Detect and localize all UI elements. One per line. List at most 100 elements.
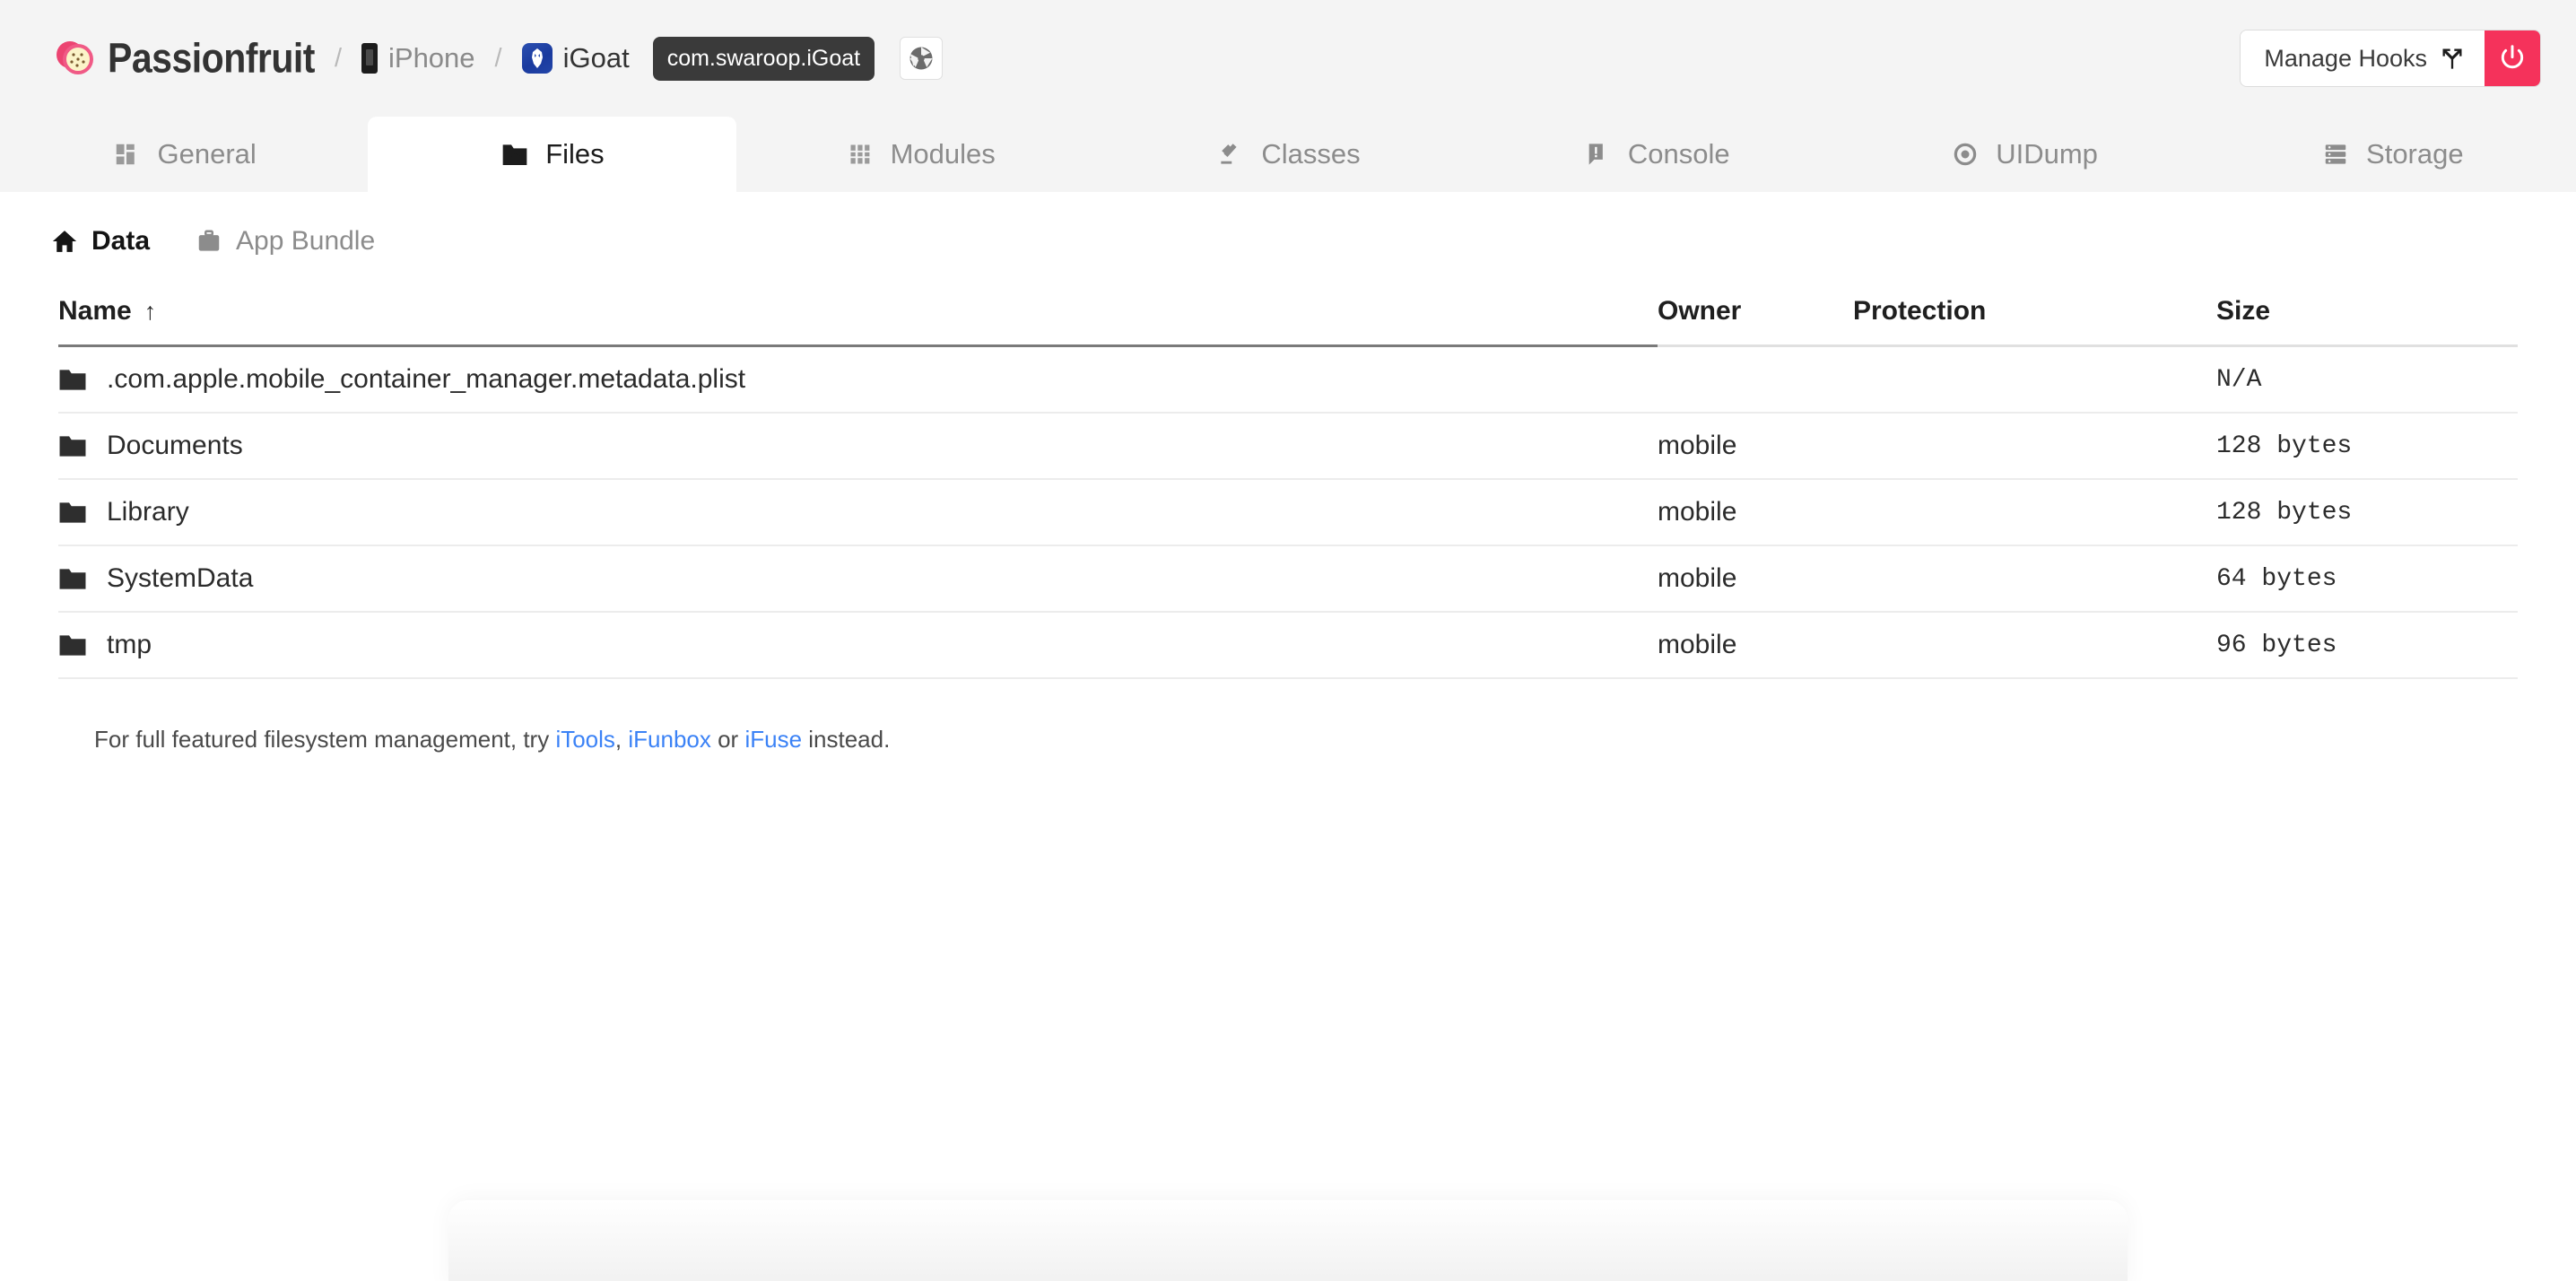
breadcrumb-separator-1: / — [334, 43, 342, 73]
ifunbox-link[interactable]: iFunbox — [628, 726, 711, 753]
tab-modules[interactable]: Modules — [736, 117, 1104, 192]
file-table: Name ↑ Owner Protection Size .com.apple.m… — [58, 296, 2518, 679]
filesystem-hint: For full featured filesystem management,… — [0, 679, 2576, 754]
cell-protection — [1853, 545, 2216, 613]
breadcrumb-separator-2: / — [494, 43, 502, 73]
file-name: tmp — [107, 630, 152, 659]
tab-classes-label: Classes — [1261, 138, 1361, 170]
brand[interactable]: Passionfruit — [50, 32, 315, 84]
folder-icon — [59, 634, 86, 656]
table-row[interactable]: Documents mobile 128 bytes — [58, 413, 2518, 480]
main-tabbar: General Files Modules Classes Console UI… — [0, 117, 2576, 192]
table-row[interactable]: SystemData mobile 64 bytes — [58, 545, 2518, 613]
aperture-icon — [909, 47, 933, 70]
hint-suffix: instead. — [802, 726, 891, 753]
cell-owner: mobile — [1658, 413, 1853, 480]
hint-prefix: For full featured filesystem management,… — [94, 726, 556, 753]
columns-grid-icon — [845, 139, 875, 170]
igoat-app-icon — [521, 43, 553, 74]
cell-protection — [1853, 612, 2216, 679]
cell-size: 96 bytes — [2216, 612, 2518, 679]
header-app[interactable]: iGoat — [521, 42, 630, 74]
database-icon — [2320, 139, 2351, 170]
tab-files[interactable]: Files — [368, 117, 736, 192]
manage-hooks-button[interactable]: Manage Hooks — [2241, 30, 2485, 86]
dashboard-grid-icon — [111, 139, 142, 170]
screenshot-button[interactable] — [900, 37, 944, 80]
folder-icon — [59, 501, 86, 523]
gavel-icon — [1215, 139, 1246, 170]
app-header: Passionfruit / iPhone / iGoat com.swaroo… — [0, 0, 2576, 117]
breadcrumb-data-label: Data — [91, 226, 151, 256]
files-page: Data App Bundle Name ↑ Owner Protection — [0, 192, 2576, 1281]
tab-modules-label: Modules — [890, 138, 996, 170]
folder-icon — [59, 435, 86, 457]
breadcrumb-app-bundle-label: App Bundle — [236, 226, 376, 256]
header-actions: Manage Hooks — [2241, 30, 2540, 86]
power-icon — [2501, 45, 2524, 69]
eye-target-icon — [1950, 139, 1980, 170]
tab-general[interactable]: General — [0, 117, 368, 192]
tab-general-label: General — [157, 138, 257, 170]
table-row[interactable]: .com.apple.mobile_container_manager.meta… — [58, 345, 2518, 414]
cell-owner — [1658, 345, 1853, 414]
cell-protection — [1853, 413, 2216, 480]
table-row[interactable]: Library mobile 128 bytes — [58, 479, 2518, 546]
column-header-protection[interactable]: Protection — [1853, 296, 2216, 347]
tab-console[interactable]: Console — [1472, 117, 1840, 192]
column-header-size[interactable]: Size — [2216, 296, 2518, 347]
alert-bubble-icon — [1582, 139, 1613, 170]
file-table-container: Name ↑ Owner Protection Size .com.apple.m… — [0, 257, 2576, 679]
breadcrumb-item-data[interactable]: Data — [50, 226, 150, 257]
table-row[interactable]: tmp mobile 96 bytes — [58, 612, 2518, 679]
cell-protection — [1853, 345, 2216, 414]
tab-classes[interactable]: Classes — [1104, 117, 1472, 192]
tab-files-label: Files — [545, 138, 605, 170]
file-name: SystemData — [107, 563, 254, 593]
file-name: Documents — [107, 431, 243, 460]
cell-size: N/A — [2216, 345, 2518, 414]
hint-sep-2: or — [710, 726, 745, 753]
bottom-drawer-panel[interactable] — [448, 1200, 2128, 1281]
breadcrumb-item-app-bundle[interactable]: App Bundle — [195, 226, 375, 257]
cell-owner: mobile — [1658, 545, 1853, 613]
file-table-head: Name ↑ Owner Protection Size — [58, 296, 2518, 347]
tab-uidump[interactable]: UIDump — [1840, 117, 2207, 192]
file-name: Library — [107, 497, 189, 527]
device-label: iPhone — [388, 42, 475, 74]
cell-name: .com.apple.mobile_container_manager.meta… — [58, 345, 1658, 414]
tab-uidump-label: UIDump — [1996, 138, 2098, 170]
cell-name: Documents — [58, 413, 1658, 480]
cell-name: SystemData — [58, 545, 1658, 613]
ifuse-link[interactable]: iFuse — [744, 726, 802, 753]
cell-size: 128 bytes — [2216, 479, 2518, 546]
hint-sep-1: , — [614, 726, 629, 753]
fork-branch-icon — [2442, 48, 2462, 69]
tab-storage[interactable]: Storage — [2208, 117, 2576, 192]
header-device[interactable]: iPhone — [361, 42, 475, 74]
folder-icon — [59, 568, 86, 589]
folder-star-icon — [500, 139, 530, 170]
tab-console-label: Console — [1627, 138, 1730, 170]
cell-owner: mobile — [1658, 479, 1853, 546]
column-header-name[interactable]: Name ↑ — [58, 296, 1658, 347]
brand-wordmark: Passionfruit — [108, 34, 315, 82]
app-label: iGoat — [562, 42, 630, 74]
file-name: .com.apple.mobile_container_manager.meta… — [107, 364, 746, 394]
file-table-body: .com.apple.mobile_container_manager.meta… — [58, 345, 2518, 679]
power-button[interactable] — [2485, 30, 2540, 86]
cell-name: tmp — [58, 612, 1658, 679]
column-header-owner[interactable]: Owner — [1658, 296, 1853, 347]
phone-icon — [361, 43, 378, 74]
tab-storage-label: Storage — [2366, 138, 2464, 170]
home-icon — [52, 231, 77, 252]
cell-protection — [1853, 479, 2216, 546]
column-header-name-label: Name — [58, 296, 132, 326]
bundle-id-chip: com.swaroop.iGoat — [652, 36, 875, 81]
cell-name: Library — [58, 479, 1658, 546]
location-breadcrumb: Data App Bundle — [0, 192, 2576, 257]
table-header-row: Name ↑ Owner Protection Size — [58, 296, 2518, 347]
cell-owner: mobile — [1658, 612, 1853, 679]
itools-link[interactable]: iTools — [555, 726, 614, 753]
cell-size: 128 bytes — [2216, 413, 2518, 480]
